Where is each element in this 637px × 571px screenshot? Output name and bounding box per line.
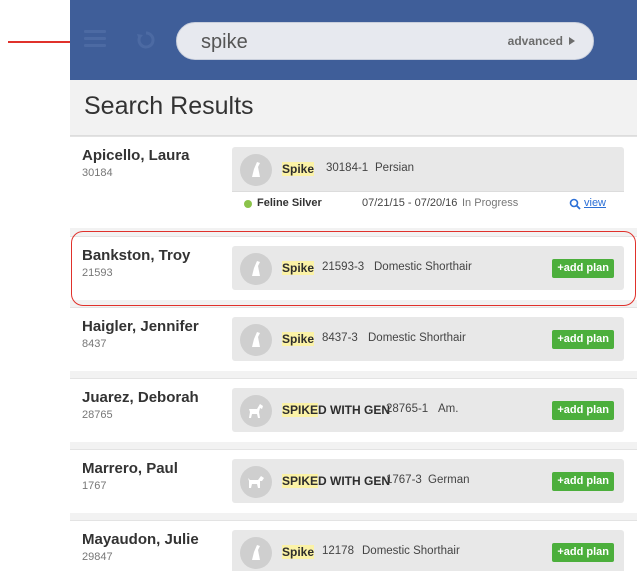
pet-card[interactable]: Spike 12178 Domestic Shorthair +add plan — [232, 530, 624, 571]
pet-name[interactable]: SPIKED WITH GEN — [282, 474, 390, 488]
pet-id: 28765-1 — [386, 403, 429, 415]
advanced-search-link[interactable]: advanced — [508, 34, 563, 48]
result-row[interactable]: Mayaudon, Julie 29847 Spike 12178 Domest… — [70, 520, 637, 571]
result-row[interactable]: Apicello, Laura 30184 Spike 30184-1 Pers… — [70, 136, 637, 228]
pet-breed: Domestic Shorthair — [362, 545, 460, 557]
result-row[interactable]: Haigler, Jennifer 8437 Spike 8437-3 Dome… — [70, 307, 637, 371]
result-row[interactable]: Juarez, Deborah 28765 SPIKED WITH GEN 28… — [70, 378, 637, 442]
pet-name-match: SPIKE — [282, 403, 319, 417]
owner-name[interactable]: Juarez, Deborah — [82, 389, 199, 406]
hamburger-menu-icon[interactable] — [84, 30, 106, 48]
pet-name-match: SPIKE — [282, 474, 319, 488]
owner-id: 30184 — [82, 167, 113, 179]
pet-avatar-icon — [240, 154, 272, 186]
pet-name-rest: D WITH GEN — [318, 403, 391, 417]
caret-right-icon — [569, 37, 575, 45]
pet-name[interactable]: SPIKED WITH GEN — [282, 403, 390, 417]
pet-avatar-icon — [240, 537, 272, 569]
pet-name-match: Spike — [282, 545, 315, 559]
search-box: advanced — [176, 22, 594, 60]
owner-name[interactable]: Apicello, Laura — [82, 147, 190, 164]
status-dot — [244, 200, 252, 208]
pet-id: 8437-3 — [322, 332, 358, 344]
pet-id: 30184-1 — [326, 162, 369, 174]
pet-card[interactable]: Spike 8437-3 Domestic Shorthair +add pla… — [232, 317, 624, 361]
search-input[interactable] — [201, 29, 481, 55]
pet-id: 12178 — [322, 545, 354, 557]
top-bar: advanced — [70, 0, 637, 80]
add-plan-button[interactable]: +add plan — [552, 543, 614, 562]
plan-name: Feline Silver — [257, 197, 322, 209]
annotation-highlight-box — [71, 231, 636, 306]
pet-card[interactable]: SPIKED WITH GEN 1767-3 German +add plan — [232, 459, 624, 503]
pet-name[interactable]: Spike — [282, 162, 315, 176]
pet-breed: Domestic Shorthair — [368, 332, 466, 344]
pet-avatar-icon — [240, 324, 272, 356]
pet-card[interactable]: Spike 30184-1 Persian Feline Silver 07/2… — [232, 147, 624, 215]
dog-icon — [240, 466, 272, 498]
search-icon[interactable] — [569, 198, 581, 210]
add-plan-button[interactable]: +add plan — [552, 472, 614, 491]
page-title: Search Results — [84, 92, 254, 120]
pet-breed: Am. — [438, 403, 459, 415]
owner-name[interactable]: Mayaudon, Julie — [82, 531, 199, 548]
owner-name[interactable]: Marrero, Paul — [82, 460, 178, 477]
pet-name[interactable]: Spike — [282, 545, 315, 559]
pet-breed: Persian — [375, 162, 414, 174]
owner-id: 29847 — [82, 551, 113, 563]
plan-status: In Progress — [462, 197, 519, 209]
plan-line: Feline Silver 07/21/15 - 07/20/16 In Pro… — [232, 191, 624, 215]
owner-id: 8437 — [82, 338, 107, 350]
pet-name-rest: D WITH GEN — [318, 474, 391, 488]
pet-name[interactable]: Spike — [282, 332, 315, 346]
pet-name-match: Spike — [282, 332, 315, 346]
add-plan-button[interactable]: +add plan — [552, 401, 614, 420]
plan-dates: 07/21/15 - 07/20/16 — [362, 197, 458, 209]
owner-name[interactable]: Haigler, Jennifer — [82, 318, 199, 335]
add-plan-button[interactable]: +add plan — [552, 330, 614, 349]
owner-id: 28765 — [82, 409, 113, 421]
owner-id: 1767 — [82, 480, 107, 492]
pet-id: 1767-3 — [386, 474, 422, 486]
result-row[interactable]: Marrero, Paul 1767 SPIKED WITH GEN 1767-… — [70, 449, 637, 513]
pet-name-match: Spike — [282, 162, 315, 176]
view-link[interactable]: view — [584, 197, 606, 209]
pet-breed: German — [428, 474, 470, 486]
horse-icon — [240, 395, 272, 427]
pet-card[interactable]: SPIKED WITH GEN 28765-1 Am. +add plan — [232, 388, 624, 432]
sync-icon[interactable] — [136, 30, 156, 50]
pet-line: Spike 30184-1 Persian — [232, 147, 624, 191]
